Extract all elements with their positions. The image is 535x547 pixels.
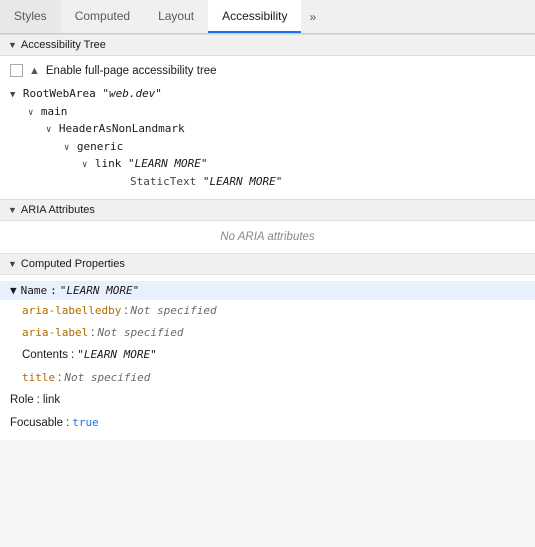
tree-node-link[interactable]: ∨ link "LEARN MORE" xyxy=(10,155,525,173)
expander-0: ▼ xyxy=(10,90,21,100)
tree-node-main[interactable]: ∨ main xyxy=(10,103,525,121)
filter-icon: ▲ xyxy=(29,65,40,77)
enable-label: Enable full-page accessibility tree xyxy=(46,65,217,77)
tree-node-generic[interactable]: ∨ generic xyxy=(10,138,525,156)
tabs-bar: Styles Computed Layout Accessibility » xyxy=(0,0,535,34)
accessibility-tree-triangle: ▼ xyxy=(8,40,17,50)
computed-triangle: ▼ xyxy=(8,259,17,269)
name-triangle: ▼ xyxy=(10,284,17,297)
expander-1: ∨ xyxy=(28,108,39,118)
accessibility-tree-label: Accessibility Tree xyxy=(21,39,106,51)
prop-title: title : Not specified xyxy=(10,367,525,389)
tab-accessibility[interactable]: Accessibility xyxy=(208,0,301,33)
enable-row: ▲ Enable full-page accessibility tree xyxy=(10,64,525,77)
aria-triangle: ▼ xyxy=(8,205,17,215)
computed-properties-label: Computed Properties xyxy=(21,258,125,270)
tree-node-statictext[interactable]: StaticText "LEARN MORE" xyxy=(10,173,525,191)
expander-2: ∨ xyxy=(46,125,57,135)
more-tabs-button[interactable]: » xyxy=(301,0,324,33)
tree-node-rootwebarea[interactable]: ▼ RootWebArea "web.dev" xyxy=(10,85,525,103)
prop-aria-labelledby: aria-labelledby : Not specified xyxy=(10,300,525,322)
main-panel: ▼ Accessibility Tree ▲ Enable full-page … xyxy=(0,34,535,440)
prop-contents: Contents : "LEARN MORE" xyxy=(10,344,525,366)
prop-role: Role : link xyxy=(10,389,525,411)
prop-focusable: Focusable : true xyxy=(10,412,525,434)
computed-properties-header[interactable]: ▼ Computed Properties xyxy=(0,253,535,275)
aria-attributes-header[interactable]: ▼ ARIA Attributes xyxy=(0,199,535,221)
accessibility-tree-header[interactable]: ▼ Accessibility Tree xyxy=(0,34,535,56)
tab-computed[interactable]: Computed xyxy=(61,0,144,33)
tab-styles[interactable]: Styles xyxy=(0,0,61,33)
expander-4: ∨ xyxy=(82,160,93,170)
tab-layout[interactable]: Layout xyxy=(144,0,208,33)
aria-attributes-label: ARIA Attributes xyxy=(21,204,95,216)
enable-checkbox[interactable] xyxy=(10,64,23,77)
expander-3: ∨ xyxy=(64,143,75,153)
prop-aria-label: aria-label : Not specified xyxy=(10,322,525,344)
computed-name-row[interactable]: ▼ Name: "LEARN MORE" xyxy=(0,281,535,300)
aria-empty-message: No ARIA attributes xyxy=(0,221,535,253)
tree-node-header[interactable]: ∨ HeaderAsNonLandmark xyxy=(10,120,525,138)
computed-properties-section: ▼ Name: "LEARN MORE" aria-labelledby : N… xyxy=(0,275,535,440)
tree-nodes: ▼ RootWebArea "web.dev" ∨ main ∨ HeaderA… xyxy=(10,85,525,191)
accessibility-tree-section: ▲ Enable full-page accessibility tree ▼ … xyxy=(0,56,535,199)
